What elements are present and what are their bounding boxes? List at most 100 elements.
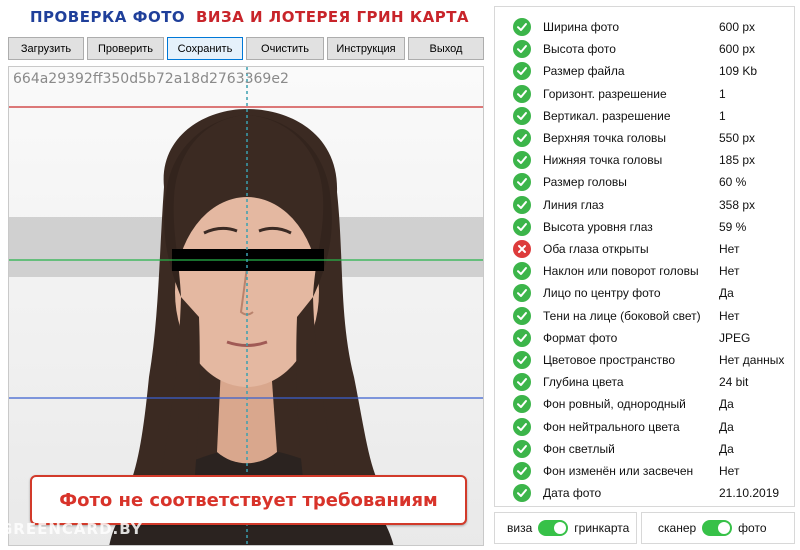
check-label: Фон ровный, однородный: [543, 397, 686, 412]
check-row: Размер головы 60 %: [495, 171, 794, 193]
toggle-label-photo: фото: [738, 521, 767, 535]
check-row: Глубина цвета 24 bit: [495, 371, 794, 393]
check-value: JPEG: [719, 330, 751, 345]
check-label: Фон нейтрального цвета: [543, 419, 680, 434]
check-ok-icon: [513, 40, 531, 59]
visa-greencard-switch[interactable]: [538, 520, 569, 536]
check-ok-icon: [513, 18, 531, 36]
check-ok-icon: [513, 484, 531, 503]
check-row: Размер файла 109 Kb: [495, 60, 794, 82]
check-row: Нижняя точка головы 185 px: [495, 149, 794, 171]
check-button[interactable]: Проверить: [87, 37, 164, 60]
save-button[interactable]: Сохранить: [167, 37, 243, 60]
check-label: Фон изменён или засвечен: [543, 464, 694, 478]
check-value: Нет: [719, 308, 740, 323]
check-row: Ширина фото 600 px: [495, 16, 794, 38]
check-value: Нет: [719, 264, 740, 279]
check-ok-icon: [513, 106, 531, 125]
scanner-photo-toggle-group: сканер фото: [641, 512, 795, 544]
check-label: Размер файла: [543, 64, 625, 79]
check-value: 109 Kb: [719, 64, 758, 79]
check-row: Фон нейтрального цвета Да: [495, 416, 794, 438]
status-banner: Фото не соответствует требованиям: [30, 475, 467, 525]
app-window: ПРОВЕРКА ФОТО ВИЗА И ЛОТЕРЕЯ ГРИН КАРТА …: [0, 0, 800, 550]
check-value: 358 px: [719, 197, 756, 212]
check-value: 1: [719, 86, 726, 101]
photo-preview[interactable]: 664a29392ff350d5b72a18d2763369e2: [8, 66, 484, 546]
check-value: 24 bit: [719, 375, 749, 390]
check-ok-icon: [513, 129, 531, 147]
check-value: Нет: [719, 464, 740, 478]
check-label: Лицо по центру фото: [543, 286, 661, 301]
check-value: 59 %: [719, 219, 747, 234]
check-label: Верхняя точка головы: [543, 131, 667, 145]
scanner-photo-switch[interactable]: [702, 520, 733, 536]
check-label: Дата фото: [543, 486, 602, 501]
check-value: 550 px: [719, 131, 756, 145]
check-ok-icon: [513, 217, 531, 236]
toggle-label-scanner: сканер: [658, 521, 697, 535]
check-label: Высота уровня глаз: [543, 219, 653, 234]
load-button[interactable]: Загрузить: [8, 37, 84, 60]
check-value: Нет данных: [719, 353, 785, 367]
check-value: Да: [719, 397, 734, 412]
check-value: Да: [719, 419, 734, 434]
check-ok-icon: [513, 284, 531, 303]
check-fail-icon: [513, 240, 531, 258]
check-label: Ширина фото: [543, 20, 620, 34]
check-value: Да: [719, 286, 734, 301]
check-label: Горизонт. разрешение: [543, 86, 667, 101]
check-value: 600 px: [719, 42, 756, 57]
check-ok-icon: [513, 262, 531, 281]
toolbar: Загрузить Проверить Сохранить Очистить И…: [8, 37, 484, 61]
check-label: Линия глаз: [543, 197, 604, 212]
check-ok-icon: [513, 395, 531, 414]
check-row: Фон изменён или засвечен Нет: [495, 460, 794, 482]
check-ok-icon: [513, 84, 531, 103]
exit-button[interactable]: Выход: [408, 37, 484, 60]
watermark-logo: GREENCARD.BY: [0, 520, 143, 538]
check-row: Лицо по центру фото Да: [495, 282, 794, 304]
check-row: Дата фото 21.10.2019: [495, 482, 794, 504]
check-ok-icon: [513, 373, 531, 392]
photo-hash: 664a29392ff350d5b72a18d2763369e2: [13, 71, 289, 87]
toggle-label-greencard: гринкарта: [574, 521, 630, 535]
check-ok-icon: [513, 306, 531, 325]
check-row: Горизонт. разрешение 1: [495, 83, 794, 105]
app-title-visa-lottery: ВИЗА И ЛОТЕРЕЯ ГРИН КАРТА: [196, 8, 470, 26]
check-value: 21.10.2019: [719, 486, 780, 501]
check-row: Тени на лице (боковой свет) Нет: [495, 305, 794, 327]
check-ok-icon: [513, 62, 531, 81]
check-value: 60 %: [719, 175, 747, 190]
check-value: 600 px: [719, 20, 756, 34]
check-label: Формат фото: [543, 330, 618, 345]
check-row: Верхняя точка головы 550 px: [495, 127, 794, 149]
check-label: Высота фото: [543, 42, 616, 57]
check-ok-icon: [513, 351, 531, 369]
check-value: Нет: [719, 242, 740, 256]
toggle-label-visa: виза: [507, 521, 533, 535]
clear-button[interactable]: Очистить: [246, 37, 324, 60]
check-row: Формат фото JPEG: [495, 327, 794, 349]
visa-greencard-toggle-group: виза гринкарта: [494, 512, 637, 544]
check-value: 185 px: [719, 153, 756, 168]
app-title-photo-check: ПРОВЕРКА ФОТО: [30, 8, 186, 26]
check-label: Тени на лице (боковой свет): [543, 308, 701, 323]
check-value: 1: [719, 108, 726, 123]
check-ok-icon: [513, 462, 531, 480]
check-label: Наклон или поворот головы: [543, 264, 699, 279]
check-row: Линия глаз 358 px: [495, 194, 794, 216]
check-ok-icon: [513, 195, 531, 214]
check-label: Размер головы: [543, 175, 627, 190]
check-label: Цветовое пространство: [543, 353, 676, 367]
check-row: Цветовое пространство Нет данных: [495, 349, 794, 371]
check-ok-icon: [513, 151, 531, 170]
check-ok-icon: [513, 439, 531, 458]
check-row: Оба глаза открыты Нет: [495, 238, 794, 260]
check-row: Высота фото 600 px: [495, 38, 794, 60]
checks-panel: Ширина фото 600 px Высота фото 600 px Размер…: [494, 6, 795, 507]
check-ok-icon: [513, 328, 531, 347]
instructions-button[interactable]: Инструкция: [327, 37, 405, 60]
check-row: Фон светлый Да: [495, 438, 794, 460]
check-label: Вертикал. разрешение: [543, 108, 671, 123]
